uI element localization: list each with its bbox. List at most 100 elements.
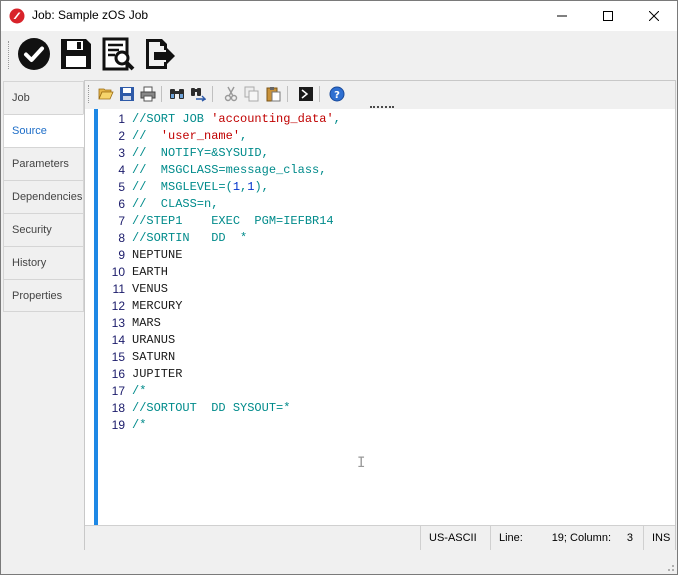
find-icon: [169, 88, 184, 99]
app-logo-icon: [9, 8, 25, 24]
code-line: 9 NEPTUNE: [99, 247, 341, 264]
code-token: //SORT JOB: [132, 112, 212, 126]
close-button[interactable]: [631, 1, 677, 31]
code-token: // MSGCLASS=message_class,: [132, 163, 327, 177]
open-button[interactable]: [97, 85, 114, 102]
code-token: // NOTIFY=&SYSUID,: [132, 146, 269, 160]
line-number: 15: [111, 350, 125, 364]
code-token: /*: [132, 418, 147, 432]
line-number: 14: [111, 333, 125, 347]
toolbar-separator: [212, 86, 213, 102]
svg-text:?: ?: [334, 90, 340, 101]
code-line: 6 // CLASS=n,: [99, 196, 341, 213]
code-line: 15 SATURN: [99, 349, 341, 366]
code-text: URANUS: [132, 332, 175, 349]
code-text: //SORTIN DD *: [132, 230, 247, 247]
line-number: 6: [118, 197, 125, 211]
tab-properties[interactable]: Properties: [3, 279, 84, 312]
line-value: 19; Column:: [551, 532, 611, 544]
tab-source[interactable]: Source: [3, 114, 84, 147]
tab-parameters[interactable]: Parameters: [3, 147, 84, 180]
cut-button[interactable]: [222, 85, 239, 102]
tab-history[interactable]: History: [3, 246, 84, 279]
copy-button[interactable]: [243, 85, 260, 102]
line-number: 5: [118, 180, 125, 194]
code-line: 1 //SORT JOB 'accounting_data',: [99, 111, 341, 128]
line-number: 7: [118, 214, 125, 228]
print-icon: [140, 86, 155, 101]
code-line: 16 JUPITER: [99, 366, 341, 383]
copy-icon: [244, 86, 258, 101]
line-number: 17: [111, 384, 125, 398]
find-replace-icon: [190, 87, 206, 102]
line-number: 12: [111, 299, 125, 313]
tab-dependencies[interactable]: Dependencies: [3, 180, 84, 213]
column-value: 3: [626, 532, 633, 544]
code-line: 8 //SORTIN DD *: [99, 230, 341, 247]
print-button[interactable]: [139, 85, 156, 102]
terminal-icon: [298, 86, 313, 101]
code-editor[interactable]: 1 //SORT JOB 'accounting_data', 2 // 'user_…: [85, 109, 675, 525]
submit-button[interactable]: [16, 36, 52, 72]
open-folder-icon: [97, 88, 114, 99]
line-number: 16: [111, 367, 125, 381]
toolbar-separator: [161, 86, 162, 102]
line-number: 19: [111, 418, 125, 432]
find-replace-button[interactable]: [189, 85, 206, 102]
code-token: 'accounting_data': [211, 112, 334, 126]
save-button[interactable]: [58, 36, 94, 72]
code-line: 19 /*: [99, 417, 341, 434]
tab-job[interactable]: Job: [3, 81, 84, 114]
code-text: VENUS: [132, 281, 168, 298]
code-text: MARS: [132, 315, 161, 332]
resize-grip-icon[interactable]: [665, 562, 675, 572]
code-text: /*: [132, 417, 146, 434]
maximize-button[interactable]: [585, 1, 631, 31]
line-number: 3: [118, 146, 125, 160]
line-number: 8: [118, 231, 125, 245]
code-text: // 'user_name',: [132, 128, 247, 145]
close-icon: [649, 11, 659, 21]
export-button[interactable]: [142, 36, 178, 72]
console-button[interactable]: [297, 85, 314, 102]
code-token: //SORTIN DD *: [132, 231, 248, 245]
insert-mode-status: INS: [643, 526, 675, 550]
code-text: SATURN: [132, 349, 175, 366]
status-bar: US-ASCII Line: 19; Column: 3 INS: [85, 525, 675, 550]
code-token: SATURN: [132, 350, 176, 364]
code-token: MARS: [132, 316, 161, 330]
code-token: ),: [254, 180, 269, 194]
line-number: 13: [111, 316, 125, 330]
tab-security[interactable]: Security: [3, 213, 84, 246]
code-token: URANUS: [132, 333, 176, 347]
code-token: ,: [240, 129, 248, 143]
floppy-disk-icon: [61, 39, 91, 69]
code-token: //STEP1 EXEC PGM=IEFBR14: [132, 214, 334, 228]
help-button[interactable]: ?: [328, 85, 345, 102]
code-text: MERCURY: [132, 298, 182, 315]
editor-toolbar-grip[interactable]: [88, 85, 92, 103]
find-button[interactable]: [168, 85, 185, 102]
code-text: EARTH: [132, 264, 168, 281]
line-number: 10: [111, 265, 125, 279]
job-window: Job: Sample zOS Job Job Source Parameter…: [0, 0, 678, 575]
title-bar: Job: Sample zOS Job: [1, 1, 677, 31]
code-token: 1: [232, 180, 241, 194]
line-number: 18: [111, 401, 125, 415]
code-token: //SORTOUT DD SYSOUT=*: [132, 401, 291, 415]
main-toolbar: [1, 31, 677, 79]
code-line: 3 // NOTIFY=&SYSUID,: [99, 145, 341, 162]
paste-button[interactable]: [264, 85, 281, 102]
toolbar-grip[interactable]: [8, 41, 12, 69]
minimize-button[interactable]: [539, 1, 585, 31]
save-file-button[interactable]: [118, 85, 135, 102]
preview-button[interactable]: [100, 36, 136, 72]
paste-icon: [266, 86, 280, 101]
code-text: // CLASS=n,: [132, 196, 218, 213]
code-token: NEPTUNE: [132, 248, 183, 262]
code-line: 7 //STEP1 EXEC PGM=IEFBR14: [99, 213, 341, 230]
code-line: 2 // 'user_name',: [99, 128, 341, 145]
code-text: NEPTUNE: [132, 247, 182, 264]
code-text: // MSGLEVEL=(1,1),: [132, 179, 269, 196]
code-line: 18 //SORTOUT DD SYSOUT=*: [99, 400, 341, 417]
